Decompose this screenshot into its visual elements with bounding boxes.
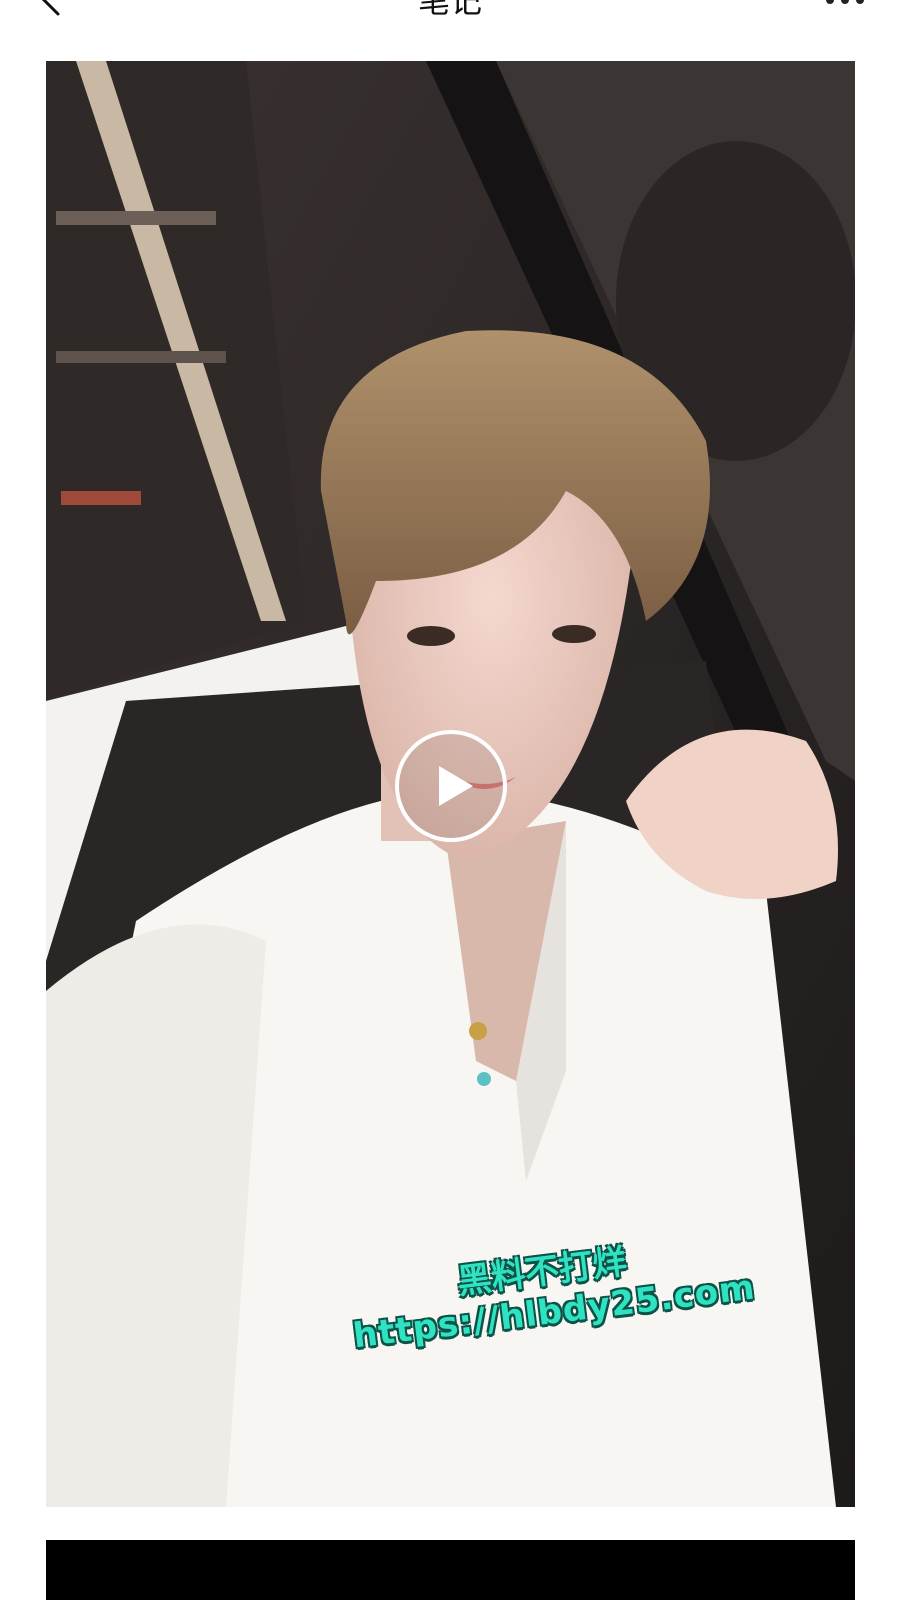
play-button[interactable] — [393, 728, 509, 844]
video-post[interactable]: 黑料不打烊 https://hlbdy25.com — [46, 61, 855, 1507]
page-title: 笔记 — [417, 0, 482, 20]
more-dots-icon — [826, 0, 864, 4]
next-post-preview[interactable] — [46, 1540, 855, 1600]
top-nav-bar: 笔记 — [0, 0, 900, 40]
play-icon — [395, 730, 507, 842]
more-button[interactable] — [820, 0, 870, 10]
